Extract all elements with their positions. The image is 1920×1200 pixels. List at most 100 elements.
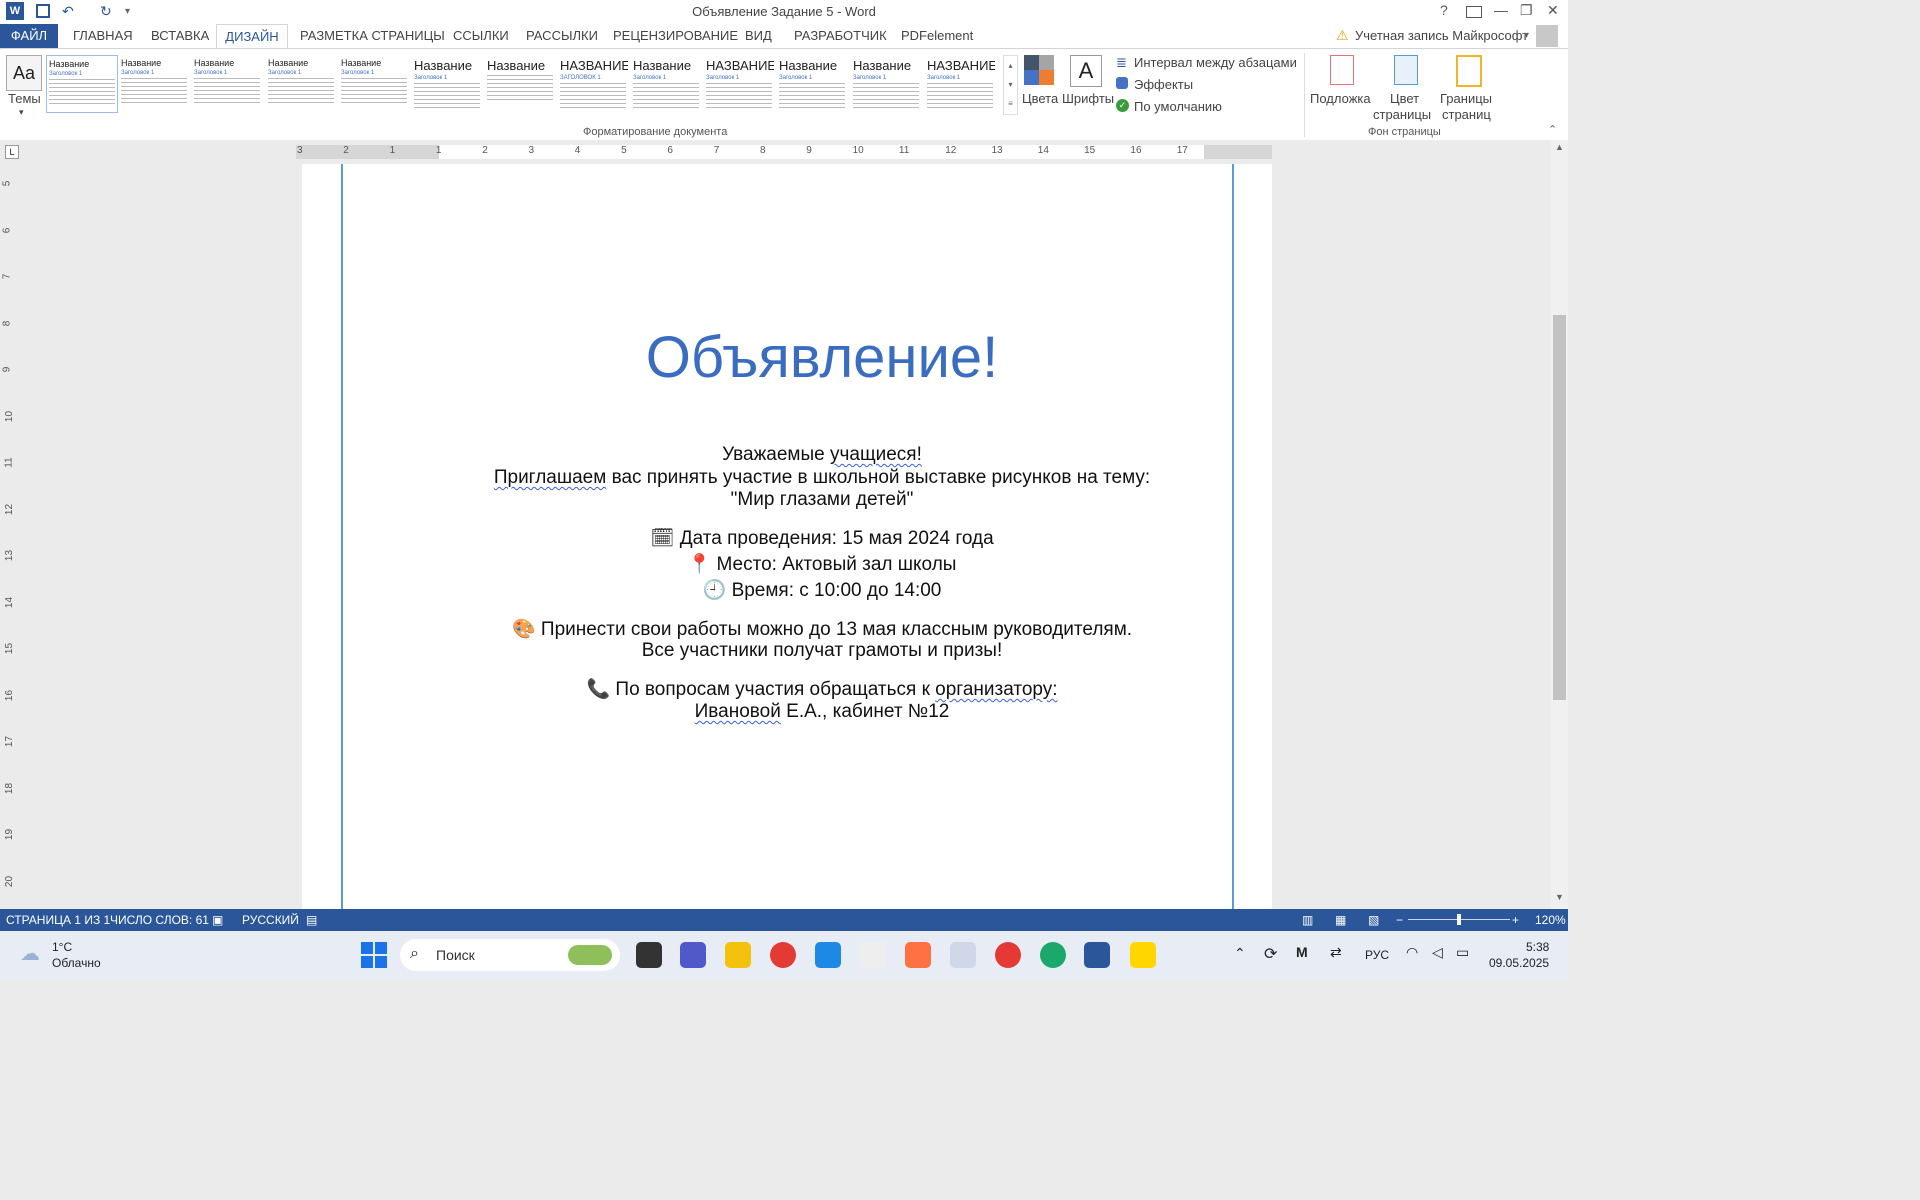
effects-icon[interactable] [1116, 77, 1128, 89]
teams-icon[interactable] [680, 942, 706, 968]
web-layout-icon[interactable]: ▧ [1368, 913, 1379, 927]
tab-insert[interactable]: ВСТАВКА [151, 28, 209, 43]
themes-icon[interactable]: Aa [6, 55, 42, 91]
watermark-button[interactable]: Подложка [1310, 91, 1371, 106]
account-dropdown-icon[interactable]: ▾ [1524, 30, 1529, 41]
vertical-scrollbar[interactable]: ▲ ▼ [1551, 140, 1568, 909]
weather-desc[interactable]: Облачно [52, 956, 101, 970]
wifi-icon[interactable]: ◠ [1406, 944, 1418, 961]
proofing-icon[interactable]: ▣ [212, 913, 223, 927]
greeting-line[interactable]: Уважаемые учащиеся! [302, 444, 1342, 466]
clock-time[interactable]: 5:38 [1526, 940, 1549, 954]
style-set-item[interactable]: НАЗВАНИЕ Заголовок 1 [925, 55, 995, 111]
organizer-line[interactable]: Ивановой Е.А., кабинет №12 [302, 701, 1342, 723]
tab-page-layout[interactable]: РАЗМЕТКА СТРАНИЦЫ [300, 28, 445, 43]
style-set-item[interactable]: Название Заголовок 1 [192, 55, 262, 111]
place-line[interactable]: 📍 Место: Актовый зал школы [302, 552, 1342, 576]
yandex-browser-icon[interactable] [1130, 942, 1156, 968]
input-language[interactable]: РУС [1365, 948, 1389, 962]
shield-app-icon[interactable] [905, 942, 931, 968]
page-color-icon[interactable] [1394, 55, 1418, 85]
fonts-icon[interactable]: A [1070, 55, 1102, 87]
account-name[interactable]: Учетная запись Майкрософт [1355, 28, 1528, 43]
collapse-ribbon-icon[interactable]: ⌃ [1548, 123, 1557, 136]
paragraph-spacing-button[interactable]: Интервал между абзацами [1134, 55, 1297, 70]
tab-references[interactable]: ССЫЛКИ [453, 28, 509, 43]
scroll-down-icon[interactable]: ▼ [1555, 892, 1564, 902]
scrollbar-thumb[interactable] [1553, 315, 1566, 700]
gallery-scroll[interactable]: ▴ ▾ ≡ [1003, 55, 1018, 115]
volume-icon[interactable]: ◁ [1432, 944, 1443, 961]
edge-icon[interactable] [1040, 942, 1066, 968]
watermark-icon[interactable] [1330, 55, 1354, 85]
zoom-in-icon[interactable]: + [1512, 913, 1519, 927]
zoom-level[interactable]: 120% [1535, 913, 1566, 927]
m-tray-icon[interactable]: M [1296, 944, 1308, 960]
invitation-line[interactable]: Приглашаем вас принять участие в школьно… [302, 467, 1342, 489]
page-color-label-2[interactable]: страницы [1373, 107, 1431, 122]
tray-chevron-icon[interactable]: ⌃ [1234, 945, 1246, 962]
paragraph-spacing-icon[interactable]: ≣ [1116, 55, 1127, 71]
weather-icon[interactable]: ☁ [20, 941, 40, 966]
document-page[interactable]: Объявление! Уважаемые учащиеся! Приглаша… [302, 164, 1272, 909]
settings-tray-icon[interactable]: ⇄ [1330, 944, 1342, 961]
tab-pdfelement[interactable]: PDFelement [901, 28, 973, 43]
page-borders-icon[interactable] [1456, 55, 1482, 87]
m-app-icon[interactable] [860, 942, 886, 968]
effects-button[interactable]: Эффекты [1134, 77, 1193, 92]
style-set-item[interactable]: Название Заголовок 1 [119, 55, 189, 111]
colors-icon[interactable] [1024, 55, 1054, 85]
themes-label[interactable]: Темы [8, 91, 41, 106]
sync-icon[interactable]: ⟳ [1264, 944, 1277, 964]
style-set-item[interactable]: Название Заголовок 1 [266, 55, 336, 111]
avatar[interactable] [1536, 25, 1558, 47]
colors-label[interactable]: Цвета [1022, 91, 1058, 106]
store-icon[interactable] [815, 942, 841, 968]
style-set-item[interactable]: Название Заголовок 1 [631, 55, 701, 111]
set-default-button[interactable]: По умолчанию [1134, 99, 1222, 114]
zoom-slider-thumb[interactable] [1457, 914, 1461, 925]
style-set-item[interactable]: Название Заголовок 1 [412, 55, 482, 111]
close-button[interactable]: ✕ [1547, 2, 1559, 19]
page-color-label-1[interactable]: Цвет [1390, 91, 1419, 106]
themes-dropdown-icon[interactable]: ▾ [19, 107, 24, 118]
style-set-item[interactable]: НАЗВАНИЕ ЗАГОЛОВОК 1 [558, 55, 628, 111]
fonts-label[interactable]: Шрифты [1062, 91, 1114, 106]
contact-line[interactable]: 📞 По вопросам участия обращаться к орган… [302, 677, 1342, 701]
read-mode-icon[interactable]: ▥ [1302, 913, 1313, 927]
restore-button[interactable]: ❐ [1520, 2, 1533, 19]
page-borders-label-1[interactable]: Границы [1440, 91, 1492, 106]
prizes-line[interactable]: Все участники получат грамоты и призы! [302, 640, 1342, 662]
tab-design[interactable]: ДИЗАЙН [216, 24, 288, 49]
folder-icon[interactable] [725, 942, 751, 968]
battery-icon[interactable]: ▭ [1456, 944, 1469, 961]
opera-icon[interactable] [995, 942, 1021, 968]
security-icon[interactable] [950, 942, 976, 968]
horizontal-ruler[interactable]: 3 2 1 1 2 3 4 5 6 7 8 9 10 11 12 13 14 15 16 17 [296, 145, 1272, 159]
taskview-icon[interactable] [636, 942, 662, 968]
search-box[interactable]: ⌕ Поиск [400, 939, 620, 971]
macro-icon[interactable]: ▤ [306, 913, 317, 927]
page-borders-label-2[interactable]: страниц [1442, 107, 1491, 122]
time-line[interactable]: 🕘 Время: с 10:00 до 14:00 [302, 578, 1342, 602]
tab-mailings[interactable]: РАССЫЛКИ [526, 28, 598, 43]
style-set-item[interactable]: Название Заголовок 1 [339, 55, 409, 111]
ribbon-display-options-icon[interactable] [1466, 6, 1482, 18]
minimize-button[interactable]: — [1494, 2, 1508, 18]
yandex-icon[interactable] [770, 942, 796, 968]
help-button[interactable]: ? [1440, 2, 1448, 18]
tab-home[interactable]: ГЛАВНАЯ [73, 28, 133, 43]
style-set-item[interactable]: НАЗВАНИЕ Заголовок 1 [704, 55, 774, 111]
tab-review[interactable]: РЕЦЕНЗИРОВАНИЕ [613, 28, 738, 43]
word-count[interactable]: ЧИСЛО СЛОВ: 61 [110, 913, 209, 927]
submit-line[interactable]: 🎨 Принести свои работы можно до 13 мая к… [302, 617, 1342, 641]
style-set-item[interactable]: Название Заголовок 1 [46, 55, 118, 113]
weather-temp[interactable]: 1°C [52, 940, 72, 954]
document-heading[interactable]: Объявление! [294, 324, 1350, 391]
zoom-out-icon[interactable]: − [1396, 913, 1403, 927]
start-icon[interactable] [361, 942, 387, 968]
tab-developer[interactable]: РАЗРАБОТЧИК [794, 28, 887, 43]
style-set-item[interactable]: Название Заголовок 1 [777, 55, 847, 111]
vertical-ruler[interactable]: 5 6 7 8 9 10 11 12 13 14 15 16 17 18 19 20 [0, 164, 24, 909]
style-set-item[interactable]: Название [485, 55, 555, 111]
